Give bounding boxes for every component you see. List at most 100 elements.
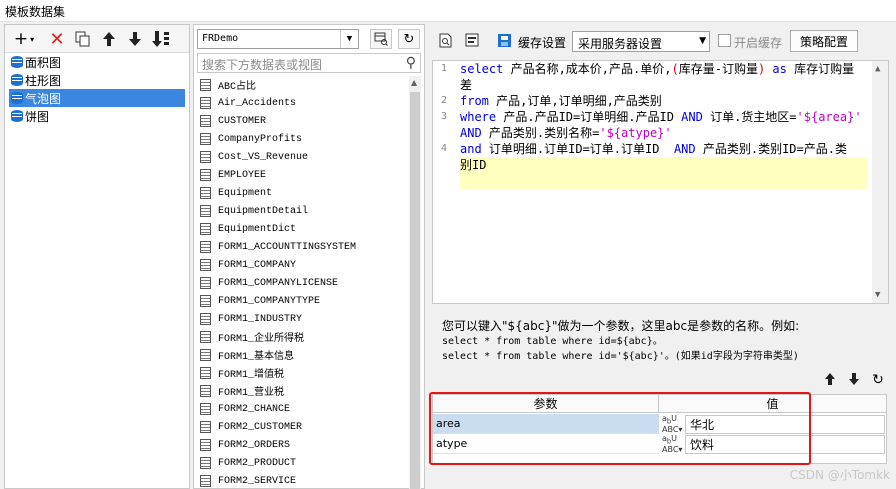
table-list-item[interactable]: FORM1_COMPANY xyxy=(197,256,409,274)
table-name: Equipment xyxy=(218,187,273,199)
scroll-up-icon[interactable]: ▲ xyxy=(875,64,880,74)
enable-cache-checkbox[interactable] xyxy=(718,34,731,47)
table-list-item[interactable]: CUSTOMER xyxy=(197,112,409,130)
refresh-icon[interactable]: ↻ xyxy=(398,29,420,49)
dataset-label: 气泡图 xyxy=(25,91,62,106)
database-select[interactable]: FRDemo ▼ xyxy=(197,29,359,49)
sql-line[interactable]: select 产品名称,成本价,产品.单价,(库存量-订购量) as 库存订购量 xyxy=(460,61,854,77)
cache-settings-label: 缓存设置 xyxy=(518,36,567,50)
dataset-item-3[interactable]: 饼图 xyxy=(9,107,185,125)
chevron-down-icon[interactable]: ▼ xyxy=(699,36,706,46)
sql-line[interactable]: 别ID xyxy=(460,157,486,173)
table-search-input[interactable]: 搜索下方数据表或视图 ⚲ xyxy=(197,53,421,73)
table-icon xyxy=(200,79,211,91)
scroll-thumb[interactable] xyxy=(410,92,420,489)
database-icon xyxy=(11,92,23,104)
arrow-down-icon[interactable] xyxy=(125,29,145,49)
arrow-up-icon[interactable] xyxy=(99,29,119,49)
dataset-item-0[interactable]: 面积图 xyxy=(9,53,185,71)
table-list-item[interactable]: FORM1_企业所得税 xyxy=(197,328,409,346)
table-icon xyxy=(200,97,211,109)
dataset-item-1[interactable]: 柱形图 xyxy=(9,71,185,89)
table-list-item[interactable]: FORM1_营业税 xyxy=(197,382,409,400)
table-icon xyxy=(200,385,211,397)
editor-scrollbar[interactable]: ▲ ▼ xyxy=(872,61,888,303)
arrow-down-icon[interactable] xyxy=(846,372,862,390)
table-list-item[interactable]: FORM2_ORDERS xyxy=(197,436,409,454)
table-name: FORM1_基本信息 xyxy=(218,352,295,363)
table-icon xyxy=(200,475,211,487)
sql-line[interactable]: from 产品,订单,订单明细,产品类别 xyxy=(460,93,662,109)
preview-icon[interactable] xyxy=(438,32,454,48)
table-icon xyxy=(200,349,211,361)
database-select-value: FRDemo xyxy=(202,33,239,44)
table-icon xyxy=(200,295,211,307)
table-name: FORM2_PRODUCT xyxy=(218,457,297,469)
dataset-item-2[interactable]: 气泡图 xyxy=(9,89,185,107)
strategy-config-button[interactable]: 策略配置 xyxy=(790,30,858,52)
cache-mode-select[interactable]: 采用服务器设置 ▼ xyxy=(572,31,710,52)
table-list-item[interactable]: FORM1_增值税 xyxy=(197,364,409,382)
sql-line[interactable]: 差 xyxy=(460,77,472,93)
sql-line[interactable]: and 订单明细.订单ID=订单.订单ID AND 产品类别.类别ID=产品.类 xyxy=(460,141,847,157)
table-icon xyxy=(200,205,211,217)
table-name: FORM1_COMPANYLICENSE xyxy=(218,277,339,289)
sql-toolbar: 缓存设置 采用服务器设置 ▼ 开启缓存 策略配置 xyxy=(430,24,893,56)
table-list-item[interactable]: FORM2_CUSTOMER xyxy=(197,418,409,436)
table-list-item[interactable]: FORM2_SERVICE xyxy=(197,472,409,489)
table-list-item[interactable]: FORM1_ACCOUNTTINGSYSTEM xyxy=(197,238,409,256)
table-list-item[interactable]: CompanyProfits xyxy=(197,130,409,148)
refresh-icon[interactable]: ↻ xyxy=(870,372,886,388)
red-x-icon[interactable]: ✕ xyxy=(47,29,67,50)
table-list-item[interactable]: FORM1_COMPANYLICENSE xyxy=(197,274,409,292)
table-list-item[interactable]: EquipmentDetail xyxy=(197,202,409,220)
table-list-item[interactable]: Cost_VS_Revenue xyxy=(197,148,409,166)
table-list-item[interactable]: ABC占比 xyxy=(197,76,409,94)
table-list-item[interactable]: Equipment xyxy=(197,184,409,202)
table-name: FORM2_ORDERS xyxy=(218,439,291,451)
table-list-scrollbar[interactable]: ▲ xyxy=(409,76,421,489)
table-name: FORM1_企业所得税 xyxy=(218,334,305,345)
dataset-label: 饼图 xyxy=(25,109,50,124)
enable-cache-label: 开启缓存 xyxy=(734,36,783,50)
database-icon xyxy=(11,110,23,122)
search-icon[interactable]: ⚲ xyxy=(406,55,416,71)
search-placeholder: 搜索下方数据表或视图 xyxy=(202,58,323,72)
hint-line-2: select * from table where id=${abc}。 xyxy=(442,336,663,347)
arrow-up-icon[interactable] xyxy=(822,372,838,390)
sql-line[interactable]: where 产品.产品ID=订单明细.产品ID AND 订单.货主地区='${a… xyxy=(460,109,862,125)
table-list-item[interactable]: Air_Accidents xyxy=(197,94,409,112)
table-list-item[interactable]: FORM1_INDUSTRY xyxy=(197,310,409,328)
table-icon xyxy=(200,403,211,415)
table-name: FORM1_INDUSTRY xyxy=(218,313,303,325)
hint-line-1: 您可以键入"${abc}"做为一个参数，这里abc是参数的名称。例如: xyxy=(442,319,800,333)
copy-icon[interactable] xyxy=(73,29,93,49)
table-name: FORM1_增值税 xyxy=(218,370,285,381)
plus-dropdown-icon[interactable]: + ▾ xyxy=(9,29,39,49)
sql-editor[interactable]: 1 2 3 4 select 产品名称,成本价,产品.单价,(库存量-订购量) as … xyxy=(432,60,889,304)
parameter-icon[interactable] xyxy=(464,32,480,48)
table-name: FORM2_SERVICE xyxy=(218,475,297,487)
sql-line[interactable]: AND 产品类别.类别名称='${atype}' xyxy=(460,125,672,141)
table-list-item[interactable]: EquipmentDict xyxy=(197,220,409,238)
scroll-down-icon[interactable]: ▼ xyxy=(875,290,880,300)
table-icon xyxy=(200,133,211,145)
sort-down-icon[interactable] xyxy=(151,29,171,49)
table-icon xyxy=(200,115,211,127)
table-icon xyxy=(200,169,211,181)
table-icon xyxy=(200,241,211,253)
table-list-item[interactable]: FORM1_基本信息 xyxy=(197,346,409,364)
scroll-up-icon[interactable]: ▲ xyxy=(411,78,417,87)
preview-table-icon[interactable] xyxy=(370,29,392,49)
table-icon xyxy=(200,439,211,451)
table-icon xyxy=(200,187,211,199)
table-list-item[interactable]: EMPLOYEE xyxy=(197,166,409,184)
table-list-item[interactable]: FORM2_CHANCE xyxy=(197,400,409,418)
chevron-down-icon[interactable]: ▼ xyxy=(340,30,358,48)
table-icon xyxy=(200,331,211,343)
table-list-item[interactable]: FORM1_COMPANYTYPE xyxy=(197,292,409,310)
database-icon xyxy=(11,56,23,68)
table-name: FORM1_COMPANYTYPE xyxy=(218,295,321,307)
table-list-item[interactable]: FORM2_PRODUCT xyxy=(197,454,409,472)
cache-settings-icon[interactable] xyxy=(496,32,512,48)
